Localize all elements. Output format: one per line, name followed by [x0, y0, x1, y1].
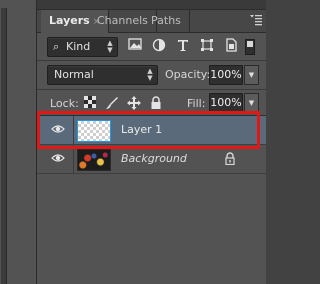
layer-thumbnail[interactable]: [77, 120, 111, 142]
divider: [73, 116, 74, 144]
left-dock-strip: [0, 0, 37, 284]
shape-filter-icon[interactable]: [199, 38, 215, 54]
lock-transparent-pixels-icon[interactable]: [83, 96, 97, 110]
fill-input[interactable]: 100%: [209, 93, 243, 113]
lock-position-icon[interactable]: [127, 96, 141, 110]
blend-mode-select[interactable]: Normal ▲ ▼: [47, 65, 158, 85]
lock-image-pixels-icon[interactable]: [105, 96, 119, 110]
left-dock-handle: [1, 8, 7, 284]
search-icon: ⌕: [53, 40, 60, 53]
lock-icon: [224, 152, 236, 166]
eye-icon[interactable]: [51, 122, 65, 136]
fill-dropdown-button[interactable]: ▼: [244, 93, 259, 113]
layer-row-layer-1[interactable]: Layer 1: [37, 116, 266, 145]
tab-paths[interactable]: Paths: [143, 10, 190, 32]
tab-layers-label: Layers: [49, 14, 90, 27]
chevron-updown-icon: ▲ ▼: [147, 67, 153, 82]
filter-toggle-switch[interactable]: [245, 39, 255, 55]
divider: [37, 89, 266, 90]
panel-menu-icon[interactable]: [249, 14, 263, 26]
layers-panel: Layers × Channels Paths ⌕ Kind ▲ ▼ Norma…: [37, 0, 266, 284]
tab-paths-label: Paths: [151, 14, 181, 27]
filter-kind-label: Kind: [66, 40, 91, 53]
opacity-label: Opacity:: [165, 68, 211, 81]
blend-mode-value: Normal: [54, 68, 94, 81]
lock-label: Lock:: [50, 97, 79, 110]
filter-kind-select[interactable]: ⌕ Kind ▲ ▼: [47, 37, 118, 57]
adjustment-filter-icon[interactable]: [151, 38, 167, 54]
eye-icon[interactable]: [51, 151, 65, 165]
panel-tab-bar: Layers × Channels Paths: [37, 10, 266, 33]
layer-name[interactable]: Background: [121, 152, 187, 165]
divider: [73, 145, 74, 173]
type-filter-icon[interactable]: [175, 38, 191, 54]
layer-name[interactable]: Layer 1: [121, 123, 162, 136]
panel-grip-bar[interactable]: [37, 0, 266, 10]
lock-all-icon[interactable]: [149, 96, 163, 110]
image-filter-icon[interactable]: [127, 38, 143, 54]
chevron-updown-icon: ▲ ▼: [107, 39, 113, 54]
layers-empty-area: [37, 174, 266, 284]
fill-label: Fill:: [187, 97, 206, 110]
opacity-input[interactable]: 100%: [209, 65, 243, 85]
layer-thumbnail[interactable]: [77, 149, 111, 171]
smart-object-filter-icon[interactable]: [223, 38, 239, 54]
opacity-dropdown-button[interactable]: ▼: [244, 65, 259, 85]
tab-channels-label: Channels: [97, 14, 148, 27]
divider: [37, 60, 266, 61]
layer-row-background[interactable]: Background: [37, 145, 266, 174]
